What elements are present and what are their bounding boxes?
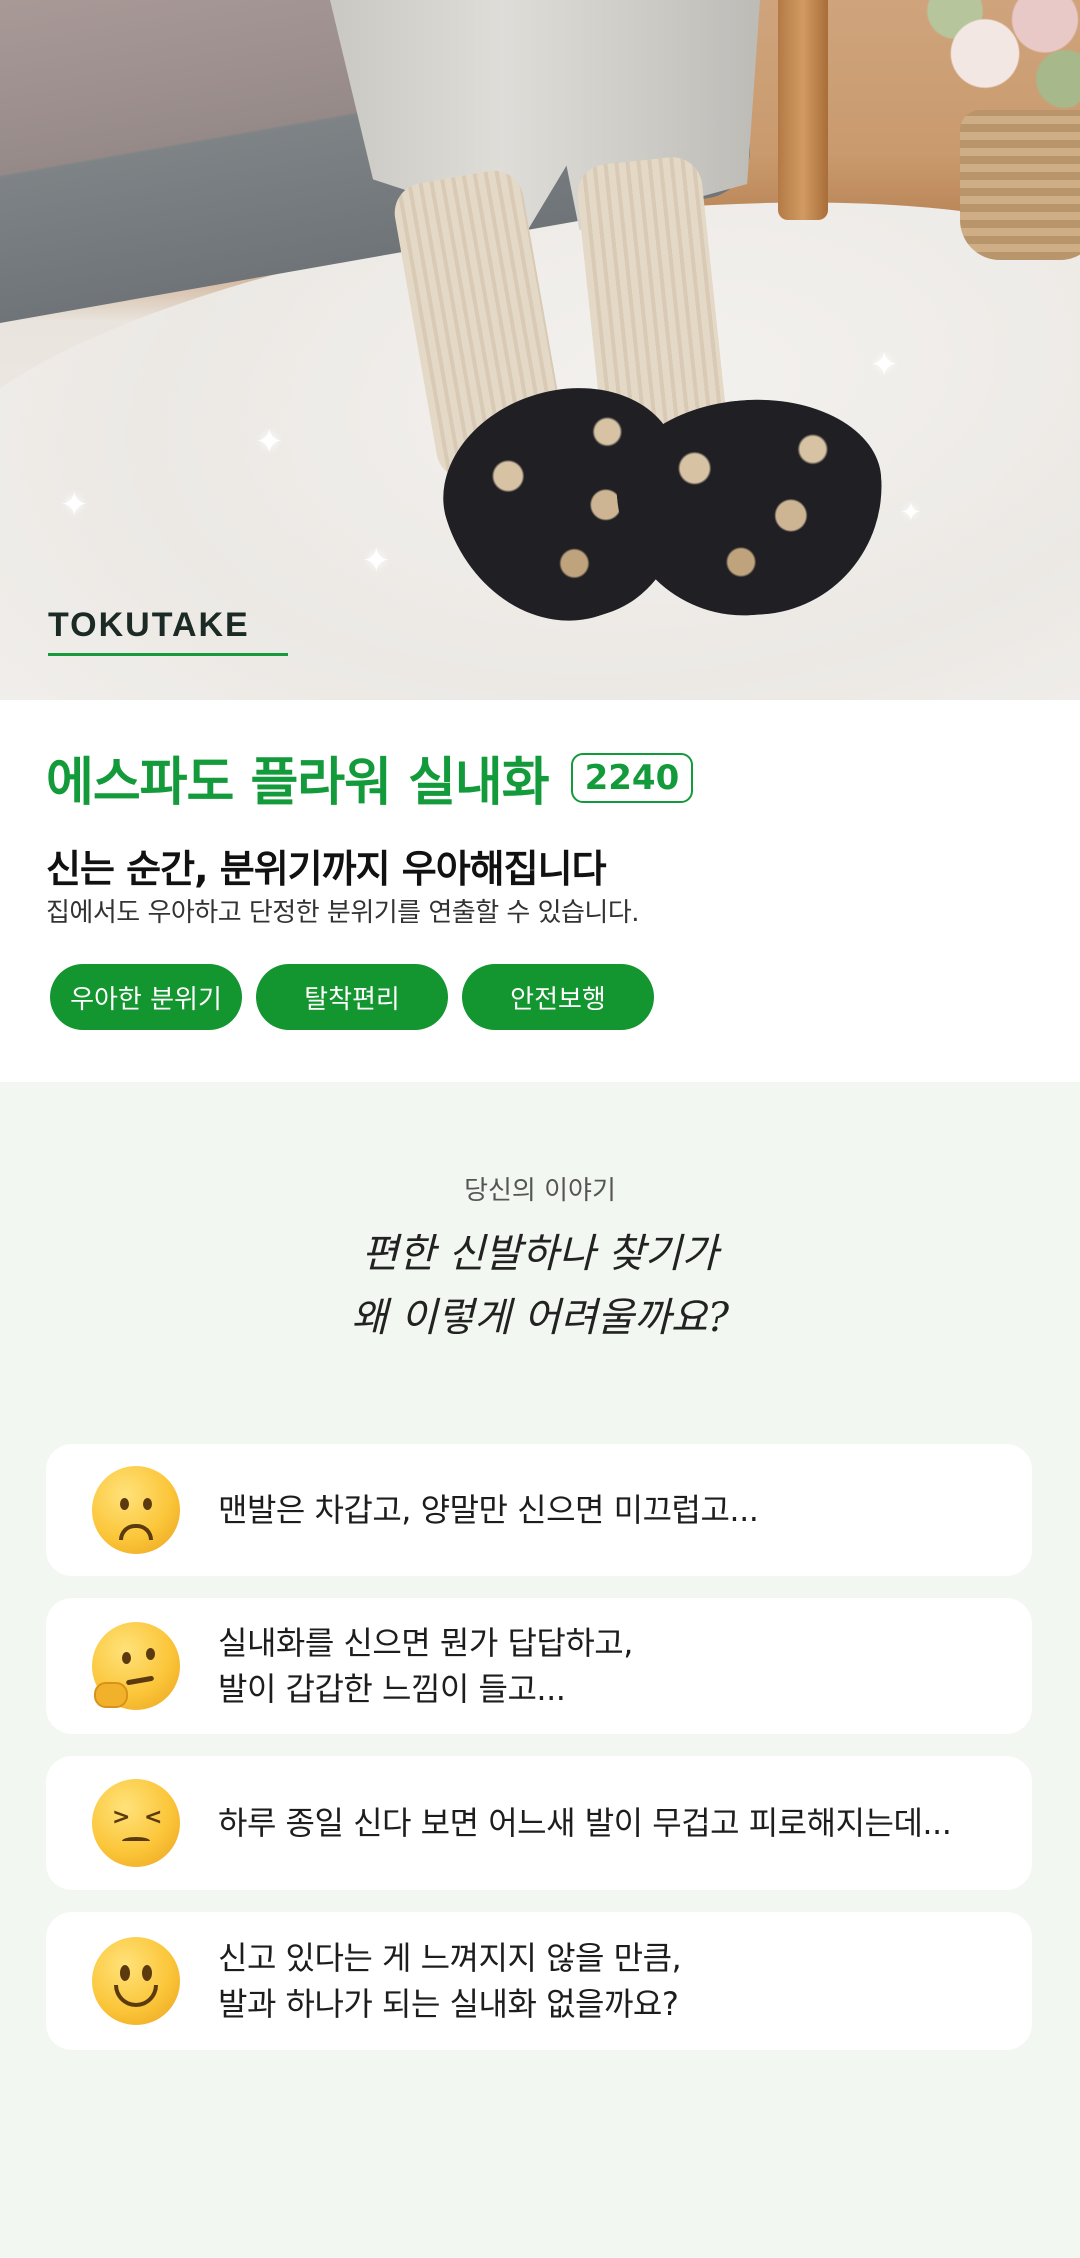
tag-safe-walk: 안전보행 [462,964,654,1030]
thinking-face-icon [92,1622,180,1710]
handwritten-line: 편한 신발하나 찾기가 [361,1231,719,1277]
card-text: 하루 종일 신다 보면 어느새 발이 무겁고 피로해지는데... [218,1800,952,1846]
story-section: 당신의 이야기 편한 신발하나 찾기가 왜 이렇게 어려울까요? 맨발은 차갑고… [0,1082,1080,2258]
pain-card: 실내화를 신으면 뭔가 답답하고, 발이 갑갑한 느낌이 들고... [46,1598,1032,1734]
emoji-mouth [114,1985,158,2007]
emoji-eye [143,1498,152,1510]
card-line: 맨발은 차갑고, 양말만 신으면 미끄럽고... [218,1491,759,1529]
product-info: 에스파도 플라워 실내화 2240 신는 순간, 분위기까지 우아해집니다 집에… [0,700,1080,1082]
emoji-eye [120,1498,129,1510]
tag-elegant: 우아한 분위기 [50,964,242,1030]
hero-image: ✦ ✦ ✦ ✦ ✦ TOKUTAKE [0,0,1080,700]
basket [960,110,1080,260]
pain-card: 맨발은 차갑고, 양말만 신으면 미끄럽고... [46,1444,1032,1576]
sparkle-icon: ✦ [255,422,284,462]
product-subtitle: 집에서도 우아하고 단정한 분위기를 연출할 수 있습니다. [46,898,640,928]
story-handwritten-title: 편한 신발하나 찾기가 왜 이렇게 어려울까요? [0,1222,1080,1350]
pain-point-cards: 맨발은 차갑고, 양말만 신으면 미끄럽고... 실내화를 신으면 뭔가 답답하… [46,1444,1032,2072]
card-line: 실내화를 신으면 뭔가 답답하고, [218,1624,633,1662]
emoji-eye [120,1965,130,1981]
pain-card: > < 하루 종일 신다 보면 어느새 발이 무겁고 피로해지는데... [46,1756,1032,1890]
product-code-badge: 2240 [570,752,694,803]
card-line: 하루 종일 신다 보면 어느새 발이 무겁고 피로해지는데... [218,1804,952,1842]
emoji-eye: < [144,1805,163,1830]
card-line: 신고 있다는 게 느껴지지 않을 만큼, [218,1939,682,1977]
sparkle-icon: ✦ [900,498,922,528]
card-text: 맨발은 차갑고, 양말만 신으면 미끄럽고... [218,1487,759,1533]
emoji-eye [142,1965,152,1981]
card-text: 실내화를 신으면 뭔가 답답하고, 발이 갑갑한 느낌이 들고... [218,1620,633,1712]
sparkle-icon: ✦ [60,485,89,525]
logo-text: TOKUTAKE [48,606,250,644]
emoji-mouth [122,1837,150,1845]
emoji-eye [122,1652,131,1664]
product-title: 에스파도 플라워 실내화 [46,753,550,813]
story-kicker: 당신의 이야기 [464,1176,616,1206]
emoji-mouth [119,1524,153,1540]
pain-card: 신고 있다는 게 느껴지지 않을 만큼, 발과 하나가 되는 실내화 없을까요? [46,1912,1032,2050]
title-row: 에스파도 플라워 실내화 2240 [46,740,694,815]
table-leg [778,0,828,220]
feature-tags: 우아한 분위기 탈착편리 안전보행 [50,964,654,1030]
smiling-face-icon [92,1937,180,2025]
brand-logo: TOKUTAKE [48,606,288,656]
frowning-face-icon [92,1466,180,1554]
product-headline: 신는 순간, 분위기까지 우아해집니다 [46,847,607,891]
tag-easy-wear: 탈착편리 [256,964,448,1030]
emoji-hand [94,1682,128,1708]
emoji-eye: > [112,1805,131,1830]
logo-underline [48,653,288,656]
card-line: 발과 하나가 되는 실내화 없을까요? [218,1985,679,2023]
sparkle-icon: ✦ [362,541,391,581]
card-text: 신고 있다는 게 느껴지지 않을 만큼, 발과 하나가 되는 실내화 없을까요? [218,1935,682,2027]
flowers [905,0,1080,130]
emoji-mouth [125,1675,155,1686]
tired-face-icon: > < [92,1779,180,1867]
emoji-eye [146,1648,155,1660]
handwritten-line: 왜 이렇게 어려울까요? [350,1295,730,1341]
card-line: 발이 갑갑한 느낌이 들고... [218,1670,566,1708]
sparkle-icon: ✦ [870,345,899,385]
